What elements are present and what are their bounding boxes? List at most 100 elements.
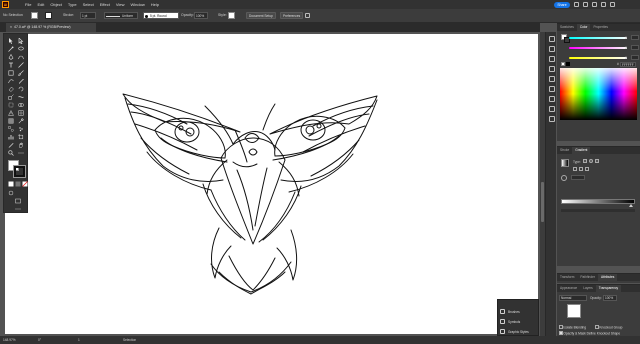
isolate-blending-checkbox[interactable] bbox=[559, 325, 563, 329]
column-graph-tool-icon[interactable] bbox=[8, 134, 14, 140]
minimize-icon[interactable] bbox=[592, 2, 597, 7]
artboard-number[interactable]: 1 bbox=[78, 338, 80, 342]
brushes-icon[interactable] bbox=[548, 86, 555, 92]
gradient-slider[interactable] bbox=[561, 199, 635, 204]
libraries-icon[interactable] bbox=[548, 46, 555, 52]
menu-effect[interactable]: Effect bbox=[100, 2, 110, 7]
tab-swatches[interactable]: Swatches bbox=[557, 24, 577, 31]
gradient-mode-icon[interactable] bbox=[15, 181, 21, 187]
green-value-field[interactable] bbox=[631, 45, 639, 50]
blend-tool-icon[interactable] bbox=[8, 126, 14, 132]
hand-tool-icon[interactable] bbox=[18, 142, 24, 148]
swatches-icon[interactable] bbox=[548, 66, 555, 72]
pen-tool-icon[interactable] bbox=[8, 53, 14, 60]
symbols-icon[interactable] bbox=[548, 96, 555, 102]
opacity-field[interactable]: 100% bbox=[194, 12, 208, 19]
zoom-level[interactable]: 148.97% bbox=[3, 338, 16, 342]
magic-wand-tool-icon[interactable] bbox=[8, 46, 14, 52]
green-slider[interactable] bbox=[561, 45, 640, 50]
gradient-preview[interactable] bbox=[561, 159, 569, 167]
brushes-panel-item[interactable]: Brushes bbox=[500, 309, 520, 314]
white-swatch[interactable] bbox=[561, 62, 565, 66]
graphic-styles-icon[interactable] bbox=[548, 106, 555, 112]
close-icon[interactable] bbox=[610, 2, 615, 7]
slice-tool-icon[interactable] bbox=[8, 142, 14, 148]
tab-pathfinder[interactable]: Pathfinder bbox=[577, 274, 598, 281]
menu-type[interactable]: Type bbox=[68, 2, 77, 7]
eraser-tool-icon[interactable] bbox=[8, 86, 14, 92]
type-tool-icon[interactable] bbox=[8, 62, 14, 68]
opacity-mask-checkbox[interactable] bbox=[559, 331, 563, 335]
shape-builder-tool-icon[interactable] bbox=[18, 102, 24, 108]
direct-selection-tool-icon[interactable] bbox=[18, 37, 24, 45]
menu-select[interactable]: Select bbox=[83, 2, 94, 7]
scroll-thumb[interactable] bbox=[541, 182, 544, 222]
zoom-tool-icon[interactable] bbox=[8, 150, 14, 156]
freeform-gradient-icon[interactable] bbox=[595, 159, 599, 163]
eagle-artwork[interactable] bbox=[5, 34, 538, 334]
blue-value-field[interactable] bbox=[631, 55, 639, 60]
isolate-blending-option[interactable]: Isolate Blending bbox=[559, 325, 586, 330]
properties-icon[interactable] bbox=[548, 36, 555, 42]
linear-gradient-icon[interactable] bbox=[583, 159, 587, 163]
curvature-tool-icon[interactable] bbox=[18, 54, 24, 60]
paintbrush-tool-icon[interactable] bbox=[18, 70, 24, 76]
stroke-swatch[interactable] bbox=[45, 12, 52, 19]
artboard[interactable] bbox=[5, 34, 538, 334]
blue-slider[interactable] bbox=[561, 55, 640, 60]
lasso-tool-icon[interactable] bbox=[18, 46, 24, 52]
stroke-color-box[interactable] bbox=[13, 165, 26, 178]
red-value-field[interactable] bbox=[631, 35, 639, 40]
radial-gradient-icon[interactable] bbox=[589, 159, 593, 163]
pencil-tool-icon[interactable] bbox=[18, 78, 24, 84]
layers-icon[interactable] bbox=[548, 56, 555, 62]
tab-properties[interactable]: Properties bbox=[590, 24, 611, 31]
transparency-opacity-field[interactable]: 100% bbox=[603, 295, 617, 301]
mesh-tool-icon[interactable] bbox=[18, 110, 24, 116]
close-tab-icon[interactable]: × bbox=[10, 25, 12, 29]
menu-file[interactable]: File bbox=[25, 2, 31, 7]
more-tools-icon[interactable] bbox=[15, 206, 21, 212]
tab-attributes[interactable]: Attributes bbox=[597, 274, 618, 281]
variable-width-profile[interactable]: Uniform bbox=[104, 12, 138, 19]
rotate-tool-icon[interactable] bbox=[18, 86, 24, 92]
stroke-gradient-option-3[interactable] bbox=[585, 167, 589, 171]
blend-mode-select[interactable]: Normal bbox=[559, 295, 587, 301]
knockout-group-checkbox[interactable] bbox=[595, 325, 599, 329]
fill-swatch[interactable] bbox=[31, 12, 38, 19]
stroke-gradient-option-1[interactable] bbox=[573, 167, 577, 171]
tab-layers[interactable]: Layers bbox=[580, 285, 596, 292]
red-slider[interactable] bbox=[561, 35, 640, 40]
edit-toolbar-icon[interactable] bbox=[18, 150, 24, 156]
document-setup-button[interactable]: Document Setup bbox=[246, 12, 276, 19]
width-tool-icon[interactable] bbox=[18, 94, 24, 100]
document-tab[interactable]: × 47.0.ai* @ 148.97 % (RGB/Preview) bbox=[6, 23, 96, 32]
knockout-group-option[interactable]: Knockout Group bbox=[595, 325, 622, 330]
draw-mode-icon[interactable] bbox=[8, 190, 14, 196]
stroke-gradient-option-2[interactable] bbox=[579, 167, 583, 171]
selection-tool-icon[interactable] bbox=[8, 38, 14, 44]
align-icon[interactable] bbox=[548, 116, 555, 122]
share-button[interactable]: Share bbox=[554, 1, 570, 8]
menu-edit[interactable]: Edit bbox=[37, 2, 44, 7]
search-icon[interactable] bbox=[574, 2, 579, 7]
scale-tool-icon[interactable] bbox=[8, 94, 14, 100]
screen-mode-icon[interactable] bbox=[15, 198, 21, 204]
tab-transparency[interactable]: Transparency bbox=[595, 285, 622, 292]
tab-appearance[interactable]: Appearance bbox=[557, 285, 580, 292]
color-guide-icon[interactable] bbox=[548, 76, 555, 82]
menu-view[interactable]: View bbox=[116, 2, 125, 7]
tab-gradient[interactable]: Gradient bbox=[572, 147, 591, 154]
rectangle-tool-icon[interactable] bbox=[8, 70, 14, 76]
line-tool-icon[interactable] bbox=[18, 62, 24, 68]
gradient-tool-icon[interactable] bbox=[8, 118, 14, 124]
maximize-icon[interactable] bbox=[601, 2, 606, 7]
menu-object[interactable]: Object bbox=[50, 2, 62, 7]
tab-transform[interactable]: Transform bbox=[557, 274, 577, 281]
tab-stroke[interactable]: Stroke bbox=[557, 147, 572, 154]
hex-field[interactable]: FFFFFF bbox=[620, 61, 636, 67]
perspective-grid-tool-icon[interactable] bbox=[8, 109, 14, 116]
symbols-panel-item[interactable]: Symbols bbox=[500, 319, 520, 324]
eyedropper-tool-icon[interactable] bbox=[18, 118, 24, 124]
artboard-tool-icon[interactable] bbox=[18, 134, 24, 140]
